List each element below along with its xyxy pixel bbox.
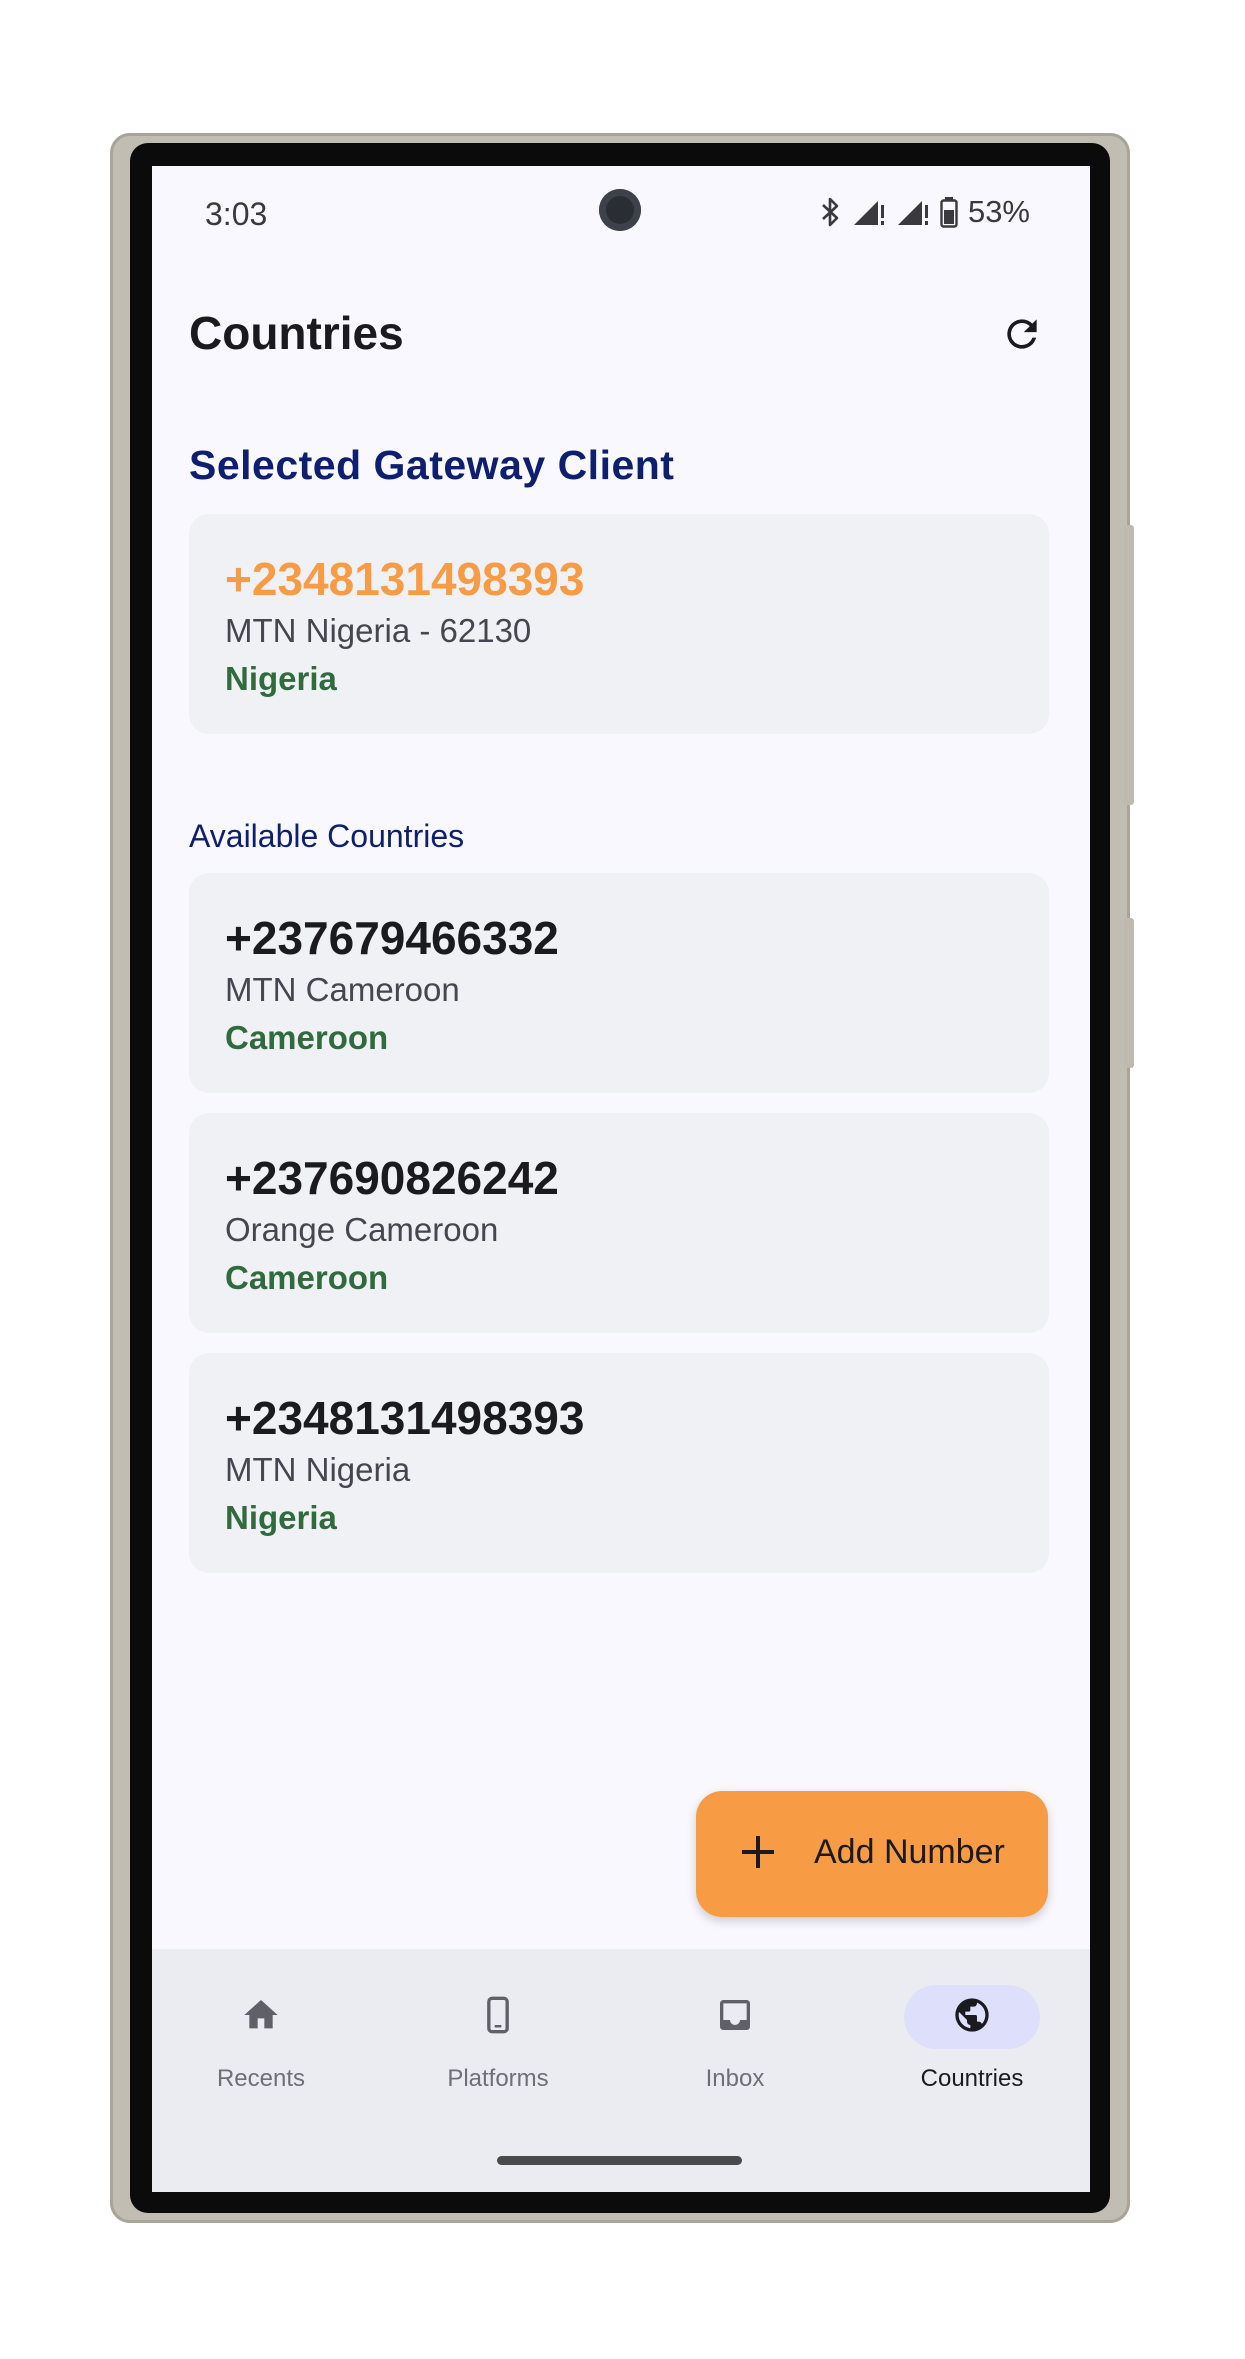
nav-label: Countries xyxy=(920,2065,1024,2092)
country-card[interactable]: +2348131498393 MTN Nigeria Nigeria xyxy=(189,1353,1049,1573)
home-indicator[interactable] xyxy=(497,2156,742,2165)
status-icons: 53% xyxy=(820,194,1030,230)
status-time: 3:03 xyxy=(205,196,268,232)
add-number-button[interactable]: Add Number xyxy=(696,1791,1048,1917)
refresh-button[interactable] xyxy=(992,306,1052,366)
phone-side-button xyxy=(1124,918,1134,1068)
screen: 3:03 53% Countries Selected Gateway Clie… xyxy=(152,166,1090,2192)
battery-icon xyxy=(940,196,958,228)
operator-name: MTN Nigeria xyxy=(225,1451,411,1488)
phone-number: +237679466332 xyxy=(225,912,559,964)
phone-icon xyxy=(478,1995,518,2040)
nav-label: Recents xyxy=(216,2065,306,2092)
country-name: Nigeria xyxy=(225,660,337,697)
nav-icon-container xyxy=(904,1985,1040,2049)
country-name: Cameroon xyxy=(225,1259,389,1296)
selected-gateway-card[interactable]: +2348131498393 MTN Nigeria - 62130 Niger… xyxy=(189,514,1049,734)
nav-item-countries[interactable]: Countries xyxy=(872,1985,1072,2105)
signal-icon xyxy=(852,197,886,227)
nav-item-recents[interactable]: Recents xyxy=(161,1985,361,2105)
nav-icon-container xyxy=(430,1985,566,2049)
home-icon xyxy=(241,1995,281,2040)
battery-percent: 53% xyxy=(967,194,1030,229)
phone-side-button xyxy=(1124,525,1134,805)
available-countries-heading: Available Countries xyxy=(189,818,465,854)
page-title: Countries xyxy=(189,307,404,359)
country-name: Nigeria xyxy=(225,1499,337,1536)
nav-label: Inbox xyxy=(705,2065,765,2092)
operator-name: Orange Cameroon xyxy=(225,1211,499,1248)
operator-name: MTN Cameroon xyxy=(225,971,460,1008)
bluetooth-icon xyxy=(820,196,842,228)
refresh-icon xyxy=(1000,312,1044,361)
country-card[interactable]: +237679466332 MTN Cameroon Cameroon xyxy=(189,873,1049,1093)
nav-icon-container xyxy=(667,1985,803,2049)
phone-number: +2348131498393 xyxy=(225,1392,585,1444)
nav-icon-container xyxy=(193,1985,329,2049)
globe-icon xyxy=(952,1995,992,2040)
front-camera xyxy=(599,189,641,231)
operator-name: MTN Nigeria - 62130 xyxy=(225,612,532,649)
inbox-icon xyxy=(715,1995,755,2040)
add-number-label: Add Number xyxy=(814,1833,1005,1871)
phone-number: +2348131498393 xyxy=(225,553,585,605)
nav-item-platforms[interactable]: Platforms xyxy=(398,1985,598,2105)
country-card[interactable]: +237690826242 Orange Cameroon Cameroon xyxy=(189,1113,1049,1333)
status-bar: 3:03 53% xyxy=(152,166,1090,262)
plus-icon xyxy=(738,1832,778,1877)
phone-number: +237690826242 xyxy=(225,1152,559,1204)
nav-label: Platforms xyxy=(447,2065,549,2092)
nav-item-inbox[interactable]: Inbox xyxy=(635,1985,835,2105)
signal-icon xyxy=(896,197,930,227)
country-name: Cameroon xyxy=(225,1019,389,1056)
selected-gateway-heading: Selected Gateway Client xyxy=(189,442,675,488)
